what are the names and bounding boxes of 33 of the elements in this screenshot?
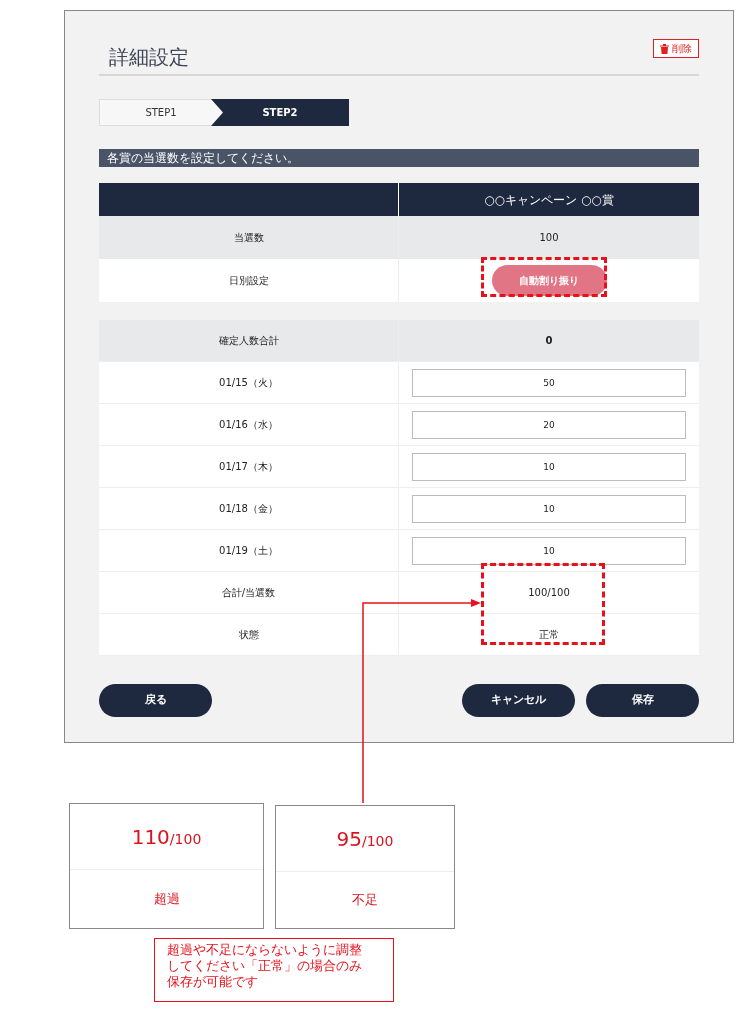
table-cell: 確定人数合計: [99, 320, 399, 361]
table-cell: 01/15（火）: [99, 362, 399, 403]
table-cell: 01/19（土）: [99, 530, 399, 571]
instruction-bar: 各賞の当選数を設定してください。: [99, 149, 699, 167]
count-input[interactable]: 50: [412, 368, 686, 397]
count-input[interactable]: 10: [412, 452, 686, 481]
count-ratio: 110/100: [131, 823, 202, 851]
table-cell: 01/16（水）: [99, 404, 399, 445]
trash-icon: [660, 43, 669, 54]
page-title: 詳細設定: [109, 44, 189, 71]
step-tab[interactable]: STEP2: [211, 99, 349, 126]
count-ratio: 95/100: [336, 825, 394, 853]
table-cell: 合計/当選数: [99, 572, 399, 613]
status-label: 不足: [352, 891, 378, 910]
table-cell-text: 100/100: [528, 586, 570, 600]
table-cell: 01/18（金）: [99, 488, 399, 529]
back-button[interactable]: 戻る: [99, 684, 212, 717]
count-input[interactable]: 10: [412, 494, 686, 523]
table-cell: 状態: [99, 614, 399, 655]
table-cell-text: 100: [539, 231, 559, 245]
cancel-button[interactable]: キャンセル: [462, 684, 575, 717]
count-input[interactable]: 10: [412, 536, 686, 565]
table-cell: 日別設定: [99, 259, 399, 302]
table-cell-text: 0: [545, 334, 553, 348]
note-box: 超過や不足にならないように調整してください「正常」の場合のみ保存が可能です: [154, 938, 394, 1002]
status-label: 超過: [153, 890, 180, 909]
save-button[interactable]: 保存: [586, 684, 699, 717]
delete-button[interactable]: 削除: [653, 39, 699, 58]
table-cell: 01/17（木）: [99, 446, 399, 487]
table-cell-text: 正常: [539, 628, 559, 642]
table-header-cell-text: ○○キャンペーン ○○賞: [483, 191, 615, 209]
step-tab[interactable]: STEP1: [99, 99, 223, 126]
count-input[interactable]: 20: [412, 410, 686, 439]
